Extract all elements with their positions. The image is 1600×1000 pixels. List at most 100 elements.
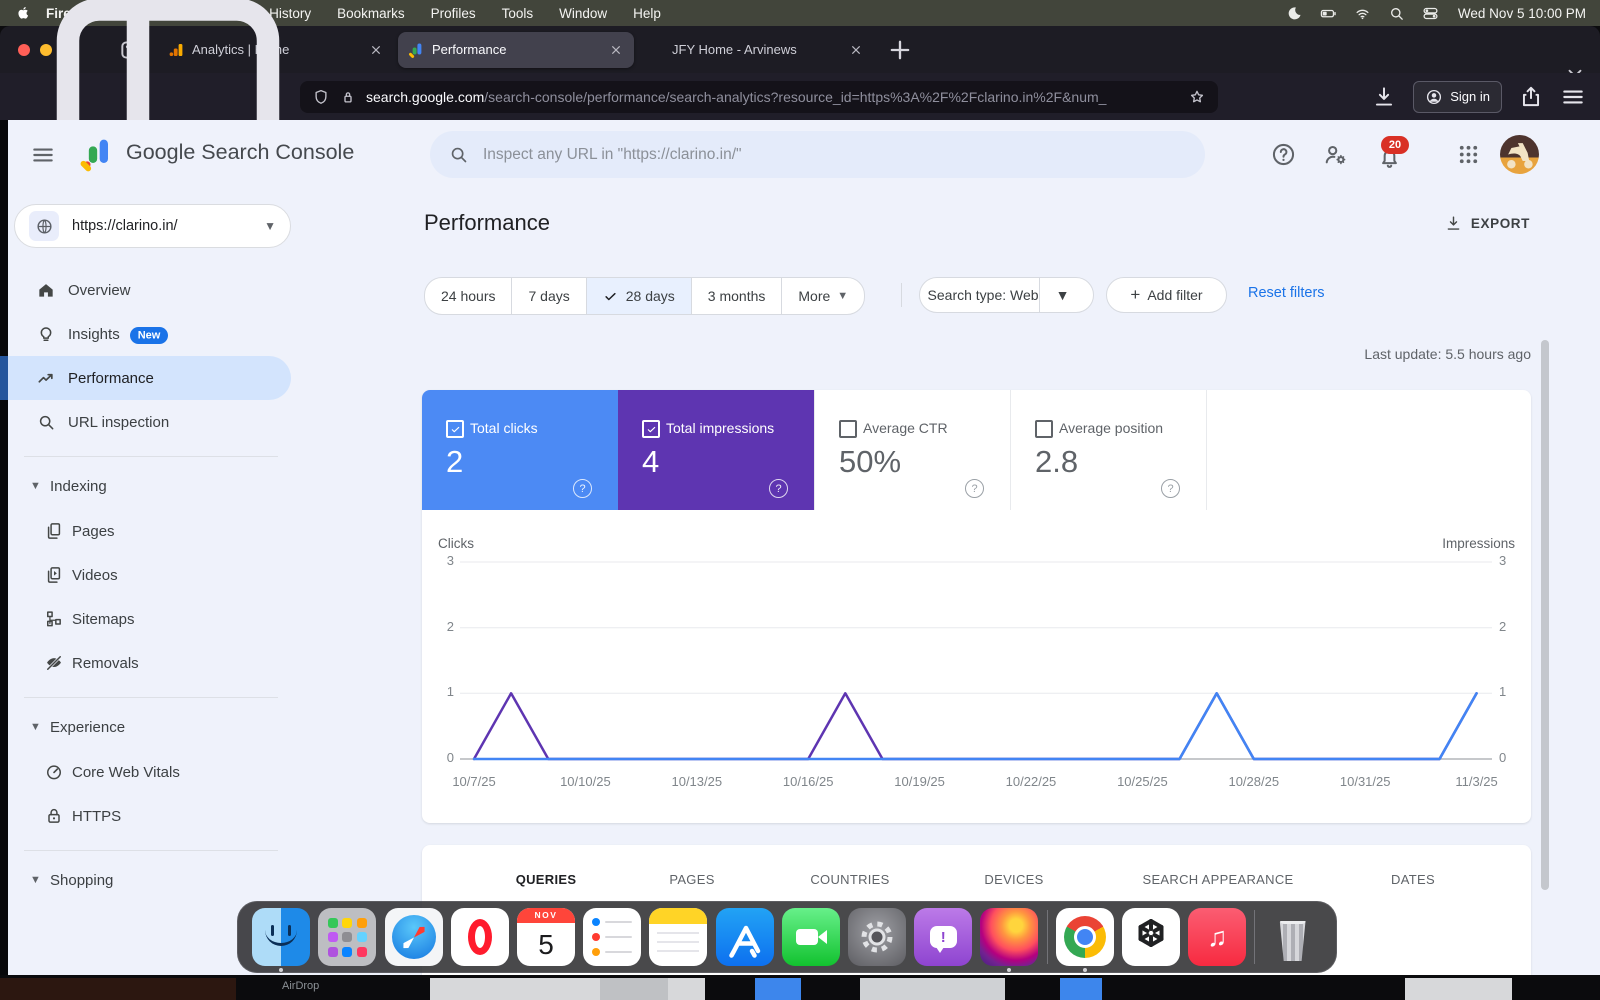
property-selector[interactable]: https://clarino.in/ ▼ — [14, 204, 291, 248]
add-filter-button[interactable]: +Add filter — [1106, 277, 1227, 313]
firefox-toolbar: search.google.com/search-console/perform… — [0, 73, 1600, 120]
sidebar-item-https[interactable]: HTTPS — [0, 794, 291, 838]
menubar-item-window[interactable]: Window — [559, 6, 607, 21]
metric-card-average-position[interactable]: Average position 2.8 ? — [1010, 390, 1206, 510]
date-range-24-hours[interactable]: 24 hours — [425, 278, 511, 314]
share-icon[interactable] — [1518, 84, 1544, 110]
checked-checkbox[interactable] — [642, 420, 660, 438]
dock-chatgpt[interactable] — [1122, 908, 1180, 966]
desktop-strip: AirDrop — [0, 975, 1600, 1000]
date-range-7-days[interactable]: 7 days — [511, 278, 585, 314]
sidebar-item-sitemaps[interactable]: Sitemaps — [0, 597, 291, 641]
new-badge: New — [130, 327, 169, 344]
dock-system-settings[interactable] — [848, 908, 906, 966]
browser-tab[interactable]: JFY Home - Arvinews — [638, 32, 874, 68]
x-axis-tick: 11/3/25 — [1435, 774, 1519, 789]
unchecked-checkbox[interactable] — [1035, 420, 1053, 438]
date-range-28-days[interactable]: 28 days — [586, 278, 691, 314]
connection-lock-icon[interactable] — [339, 88, 357, 106]
new-tab-button[interactable] — [886, 36, 914, 64]
menubar-clock[interactable]: Wed Nov 5 10:00 PM — [1458, 6, 1586, 21]
table-tab-search-appearance[interactable]: SEARCH APPEARANCE — [1123, 872, 1313, 887]
google-apps-grid-icon[interactable] — [1455, 141, 1482, 168]
metric-card-average-ctr[interactable]: Average CTR 50% ? — [814, 390, 1010, 510]
sidebar-item-label: Core Web Vitals — [72, 764, 180, 781]
sidebar-section-experience[interactable]: ▼Experience — [0, 709, 291, 745]
dock-feedback-assistant[interactable]: ! — [914, 908, 972, 966]
do-not-disturb-moon-icon[interactable] — [1286, 5, 1303, 22]
menubar-item-tools[interactable]: Tools — [502, 6, 534, 21]
dock-launchpad[interactable] — [318, 908, 376, 966]
spotlight-search-icon[interactable] — [1388, 5, 1405, 22]
sidebar-item-label: Sitemaps — [72, 611, 135, 628]
dock-reminders[interactable] — [583, 908, 641, 966]
date-range-3-months[interactable]: 3 months — [691, 278, 782, 314]
battery-icon[interactable] — [1320, 5, 1337, 22]
tracking-protection-shield-icon[interactable] — [312, 88, 330, 106]
sidebar-section-shopping[interactable]: ▼Shopping — [0, 862, 291, 898]
product-name[interactable]: Google Search Console — [126, 140, 354, 165]
sidebar-item-pages[interactable]: Pages — [0, 509, 291, 553]
sidebar-item-url-inspection[interactable]: URL inspection — [0, 400, 291, 444]
help-icon[interactable] — [1270, 141, 1297, 168]
table-tab-countries[interactable]: COUNTRIES — [755, 872, 945, 887]
close-tab-icon[interactable] — [608, 42, 624, 58]
impressions-line-series — [474, 693, 1477, 759]
home-icon — [36, 280, 56, 300]
control-center-icon[interactable] — [1422, 5, 1439, 22]
wifi-icon[interactable] — [1354, 5, 1371, 22]
dock-trash[interactable] — [1264, 908, 1322, 966]
checked-checkbox[interactable] — [446, 420, 464, 438]
metric-card-total-clicks[interactable]: Total clicks 2 ? — [422, 390, 618, 510]
browser-tab[interactable]: Performance — [398, 32, 634, 68]
account-avatar[interactable] — [1500, 135, 1539, 174]
gsc-nav-menu-icon[interactable] — [30, 142, 56, 168]
sidebar-item-insights[interactable]: InsightsNew — [0, 312, 291, 356]
dock-chrome[interactable] — [1056, 908, 1114, 966]
url-inspect-search-box[interactable] — [430, 131, 1205, 178]
search-type-filter[interactable]: Search type: Web▼ — [919, 277, 1094, 313]
dock-finder[interactable] — [252, 908, 310, 966]
app-menu-hamburger-icon[interactable] — [1560, 84, 1586, 110]
bookmark-star-icon[interactable] — [1188, 88, 1206, 106]
url-inspect-input[interactable] — [481, 145, 1187, 165]
date-range-more[interactable]: More▼ — [781, 278, 864, 314]
menubar-item-help[interactable]: Help — [633, 6, 661, 21]
dock-facetime[interactable] — [782, 908, 840, 966]
sidebar-item-removals[interactable]: Removals — [0, 641, 291, 685]
table-tab-devices[interactable]: DEVICES — [919, 872, 1109, 887]
unchecked-checkbox[interactable] — [839, 420, 857, 438]
table-tab-dates[interactable]: DATES — [1318, 872, 1508, 887]
dock-notes[interactable] — [649, 908, 707, 966]
export-button[interactable]: EXPORT — [1444, 214, 1530, 233]
downloads-icon[interactable] — [1371, 84, 1397, 110]
sidebar-item-videos[interactable]: Videos — [0, 553, 291, 597]
help-icon[interactable]: ? — [769, 479, 788, 498]
close-tab-icon[interactable] — [368, 42, 384, 58]
metric-value: 2 — [446, 444, 463, 480]
menubar-item-profiles[interactable]: Profiles — [431, 6, 476, 21]
sidebar-item-performance[interactable]: Performance — [0, 356, 291, 400]
sidebar-item-core-web-vitals[interactable]: Core Web Vitals — [0, 750, 291, 794]
help-icon[interactable]: ? — [1161, 479, 1180, 498]
account-settings-icon[interactable] — [1322, 141, 1349, 168]
dock-music[interactable]: ♫ — [1188, 908, 1246, 966]
help-icon[interactable]: ? — [573, 479, 592, 498]
dock-firefox[interactable] — [980, 908, 1038, 966]
sidebar-item-overview[interactable]: Overview — [0, 268, 291, 312]
sidebar-divider — [24, 697, 278, 698]
dock-calendar[interactable]: NOV5 — [517, 908, 575, 966]
sidebar-section-indexing[interactable]: ▼Indexing — [0, 468, 291, 504]
menubar-item-bookmarks[interactable]: Bookmarks — [337, 6, 405, 21]
dock-safari[interactable] — [385, 908, 443, 966]
firefox-sign-in-button[interactable]: Sign in — [1413, 81, 1502, 113]
reset-filters-link[interactable]: Reset filters — [1248, 285, 1325, 301]
dock-opera[interactable] — [451, 908, 509, 966]
dock-app-store[interactable] — [716, 908, 774, 966]
search-console-logo[interactable] — [78, 134, 118, 172]
page-scrollbar[interactable] — [1541, 340, 1549, 890]
help-icon[interactable]: ? — [965, 479, 984, 498]
url-bar[interactable]: search.google.com/search-console/perform… — [300, 81, 1218, 113]
metric-card-total-impressions[interactable]: Total impressions 4 ? — [618, 390, 814, 510]
close-tab-icon[interactable] — [848, 42, 864, 58]
